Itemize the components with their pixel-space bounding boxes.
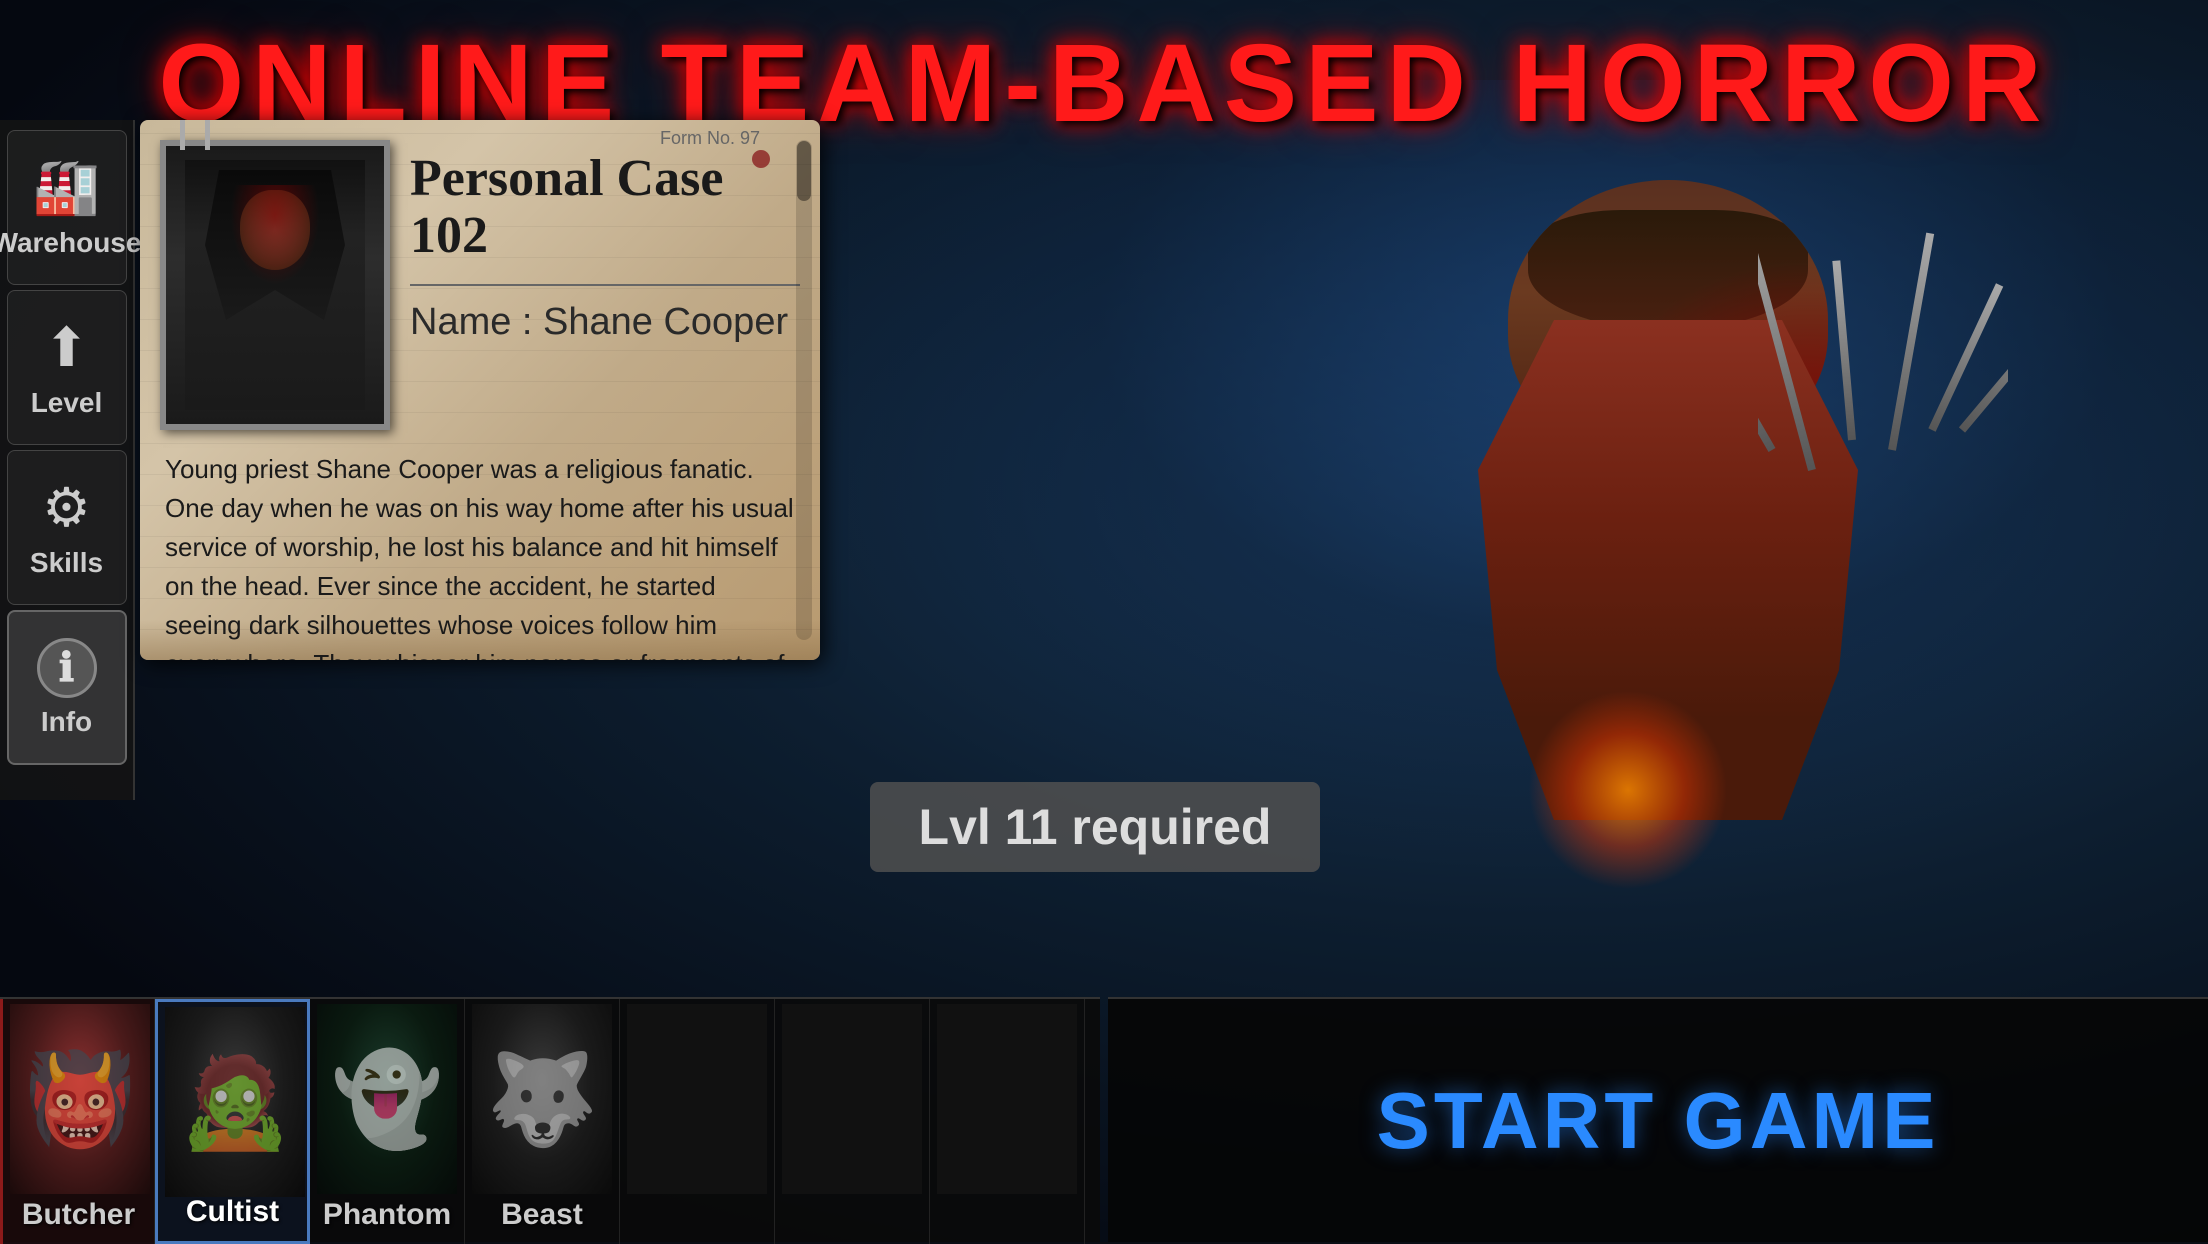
char-label-beast: Beast xyxy=(501,1198,583,1232)
sidebar-item-warehouse[interactable]: 🏭 Warehouse xyxy=(7,130,127,285)
sidebar-label-level: Level xyxy=(31,387,103,419)
card-title-area: Personal Case 102 Name : Shane Cooper xyxy=(410,140,800,344)
beast-bg: 🐺 xyxy=(472,1004,612,1194)
scrollbar-thumb xyxy=(797,141,811,201)
empty1-bg xyxy=(627,1004,767,1194)
char-slot-phantom[interactable]: 👻 Phantom xyxy=(310,999,465,1244)
empty3-bg xyxy=(937,1004,1077,1194)
char-portrait-cultist: 🧟 xyxy=(165,1007,305,1197)
sidebar-item-skills[interactable]: ⚙ Skills xyxy=(7,450,127,605)
empty2-bg xyxy=(782,1004,922,1194)
char-portrait-empty-3 xyxy=(937,1004,1077,1194)
monster-figure xyxy=(1378,120,2028,940)
phantom-art: 👻 xyxy=(317,1004,457,1194)
cultist-art: 🧟 xyxy=(165,1007,305,1197)
char-portrait-butcher: 👹 xyxy=(10,1004,150,1194)
char-label-cultist: Cultist xyxy=(186,1195,279,1229)
case-card: Form No. 97 Personal Case 102 Name : Sha… xyxy=(140,120,820,660)
beast-art: 🐺 xyxy=(472,1004,612,1194)
char-portrait-empty-1 xyxy=(627,1004,767,1194)
character-photo xyxy=(166,146,384,424)
monster-artwork xyxy=(1228,120,2128,940)
character-select-bar: 👹 Butcher 🧟 Cultist 👻 Phantom 🐺 Beast xyxy=(0,997,1100,1242)
level-required-text: Lvl 11 required xyxy=(919,798,1272,856)
char-slot-butcher[interactable]: 👹 Butcher xyxy=(0,999,155,1244)
sidebar-item-level[interactable]: ⬆ Level xyxy=(7,290,127,445)
start-game-area: START GAME xyxy=(1108,997,2208,1242)
warehouse-icon: 🏭 xyxy=(33,156,100,219)
sidebar: 🏭 Warehouse ⬆ Level ⚙ Skills ℹ Info xyxy=(0,120,135,800)
case-divider xyxy=(410,284,800,286)
form-number: Form No. 97 xyxy=(660,128,760,149)
monster-spikes xyxy=(1758,200,2008,600)
card-scrollbar[interactable] xyxy=(796,140,812,640)
char-label-butcher: Butcher xyxy=(22,1198,135,1232)
card-stain xyxy=(752,150,770,168)
sidebar-label-info: Info xyxy=(41,706,92,738)
skills-icon: ⚙ xyxy=(42,476,90,539)
cultist-bg: 🧟 xyxy=(165,1007,305,1197)
char-slot-empty-3[interactable] xyxy=(930,999,1085,1244)
sidebar-label-warehouse: Warehouse xyxy=(0,227,141,259)
char-portrait-phantom: 👻 xyxy=(317,1004,457,1194)
char-portrait-beast: 🐺 xyxy=(472,1004,612,1194)
main-panel: Form No. 97 Personal Case 102 Name : Sha… xyxy=(140,120,840,680)
butcher-art: 👹 xyxy=(10,1004,150,1194)
info-icon: ℹ xyxy=(37,638,97,698)
character-photo-frame xyxy=(160,140,390,430)
sidebar-item-info[interactable]: ℹ Info xyxy=(7,610,127,765)
case-title: Personal Case 102 xyxy=(410,150,800,264)
char-slot-empty-2[interactable] xyxy=(775,999,930,1244)
char-label-phantom: Phantom xyxy=(323,1198,451,1232)
sidebar-label-skills: Skills xyxy=(30,547,103,579)
portrait-blood xyxy=(230,185,320,285)
paperclip-decoration xyxy=(180,120,210,150)
char-portrait-empty-2 xyxy=(782,1004,922,1194)
start-game-button[interactable]: START GAME xyxy=(1377,1075,1940,1167)
phantom-bg: 👻 xyxy=(317,1004,457,1194)
fire-glow xyxy=(1528,690,1728,890)
card-header: Personal Case 102 Name : Shane Cooper xyxy=(160,140,800,430)
char-slot-empty-1[interactable] xyxy=(620,999,775,1244)
level-icon: ⬆ xyxy=(44,316,89,379)
char-slot-beast[interactable]: 🐺 Beast xyxy=(465,999,620,1244)
char-slot-cultist[interactable]: 🧟 Cultist xyxy=(155,999,310,1244)
case-description: Young priest Shane Cooper was a religiou… xyxy=(160,450,800,660)
portrait-figure xyxy=(185,160,365,410)
case-name: Name : Shane Cooper xyxy=(410,301,800,344)
level-required-overlay: Lvl 11 required xyxy=(870,782,1320,872)
butcher-bg: 👹 xyxy=(10,1004,150,1194)
